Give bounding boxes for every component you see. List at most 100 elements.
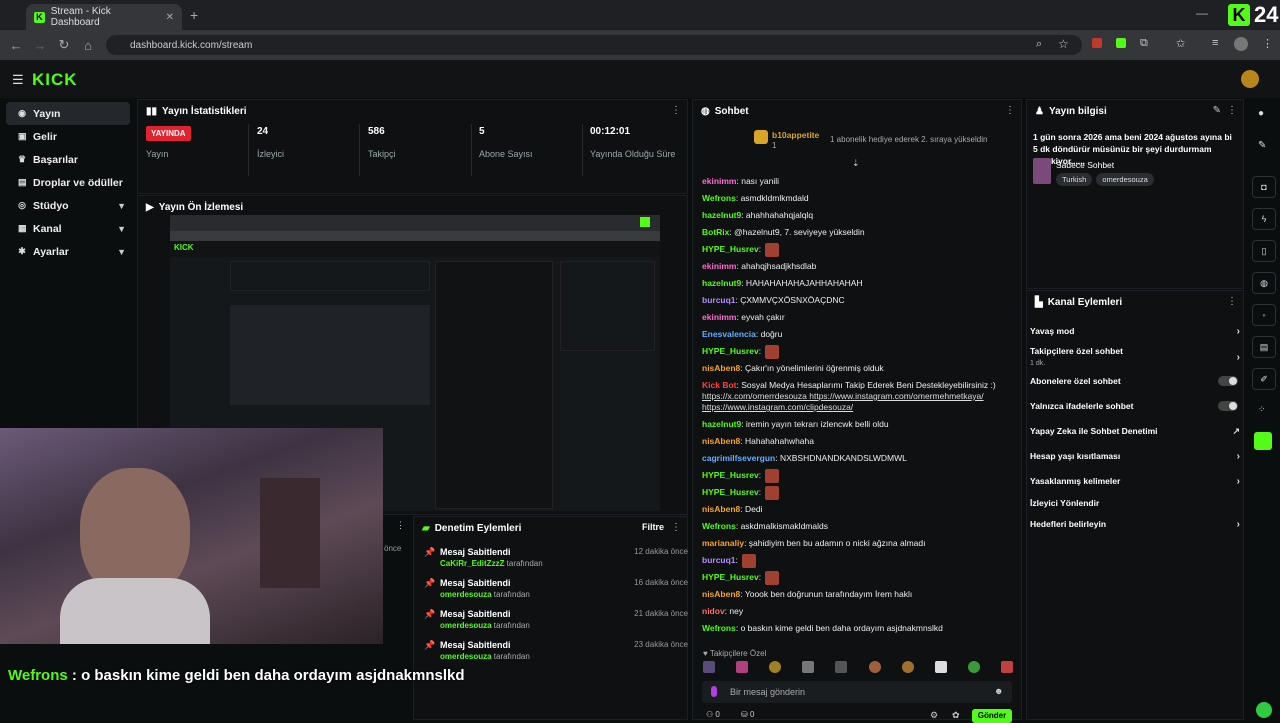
profile-avatar[interactable] — [1234, 37, 1248, 51]
chat-username[interactable]: Wefrons — [702, 623, 736, 633]
filter-button[interactable]: Filtre — [642, 522, 664, 532]
sidebar-item-basarilar[interactable]: ♛ Başarılar — [6, 148, 130, 171]
chat-username[interactable]: Enesvalencia — [702, 329, 756, 339]
chat-username[interactable]: HYPE_Husrev — [702, 470, 759, 480]
emote[interactable] — [802, 661, 815, 673]
kebab-icon[interactable]: ⋮ — [671, 105, 681, 116]
chat-settings-icon[interactable]: ⚙ — [930, 710, 938, 721]
emote[interactable] — [901, 661, 914, 673]
chat-username[interactable]: nidov — [702, 606, 725, 616]
info-circle-icon[interactable]: ● — [1258, 108, 1264, 119]
rail-card-icon[interactable]: ▤ — [1252, 336, 1276, 358]
action-slow-mode[interactable]: Yavaş mod › — [1030, 321, 1240, 341]
chat-username[interactable]: hazelnut9 — [702, 278, 741, 288]
reload-icon[interactable]: ↻ — [52, 37, 76, 53]
points-count[interactable]: ⛁ 0 — [741, 710, 754, 719]
bookmark-star-icon[interactable]: ☆ — [1058, 37, 1069, 51]
forward-icon[interactable]: → — [28, 38, 52, 53]
mod-user[interactable]: omerdesouza — [440, 652, 492, 661]
rail-wrench-icon[interactable]: ✐ — [1252, 368, 1276, 390]
chat-username[interactable]: ekinimm — [702, 312, 737, 322]
sidebar-item-yayin[interactable]: ◉ Yayın — [6, 102, 130, 125]
rail-camera-icon[interactable]: ◘ — [1252, 176, 1276, 198]
kebab-icon[interactable]: ⋮ — [396, 520, 405, 531]
zoom-icon[interactable]: ⌕ — [1036, 38, 1042, 51]
sidebar-item-droplar[interactable]: ▤ Droplar ve ödüller — [6, 171, 130, 194]
rail-active-icon[interactable] — [1254, 432, 1272, 450]
chat-username[interactable]: burcuq1 — [702, 555, 736, 565]
favorites-icon[interactable]: ✩ — [1176, 37, 1185, 50]
action-raid[interactable]: İzleyici Yönlendir — [1030, 493, 1240, 513]
pinned-user[interactable]: b10appetite — [772, 130, 819, 140]
mic-icon[interactable] — [711, 686, 717, 697]
chat-username[interactable]: nisAben8 — [702, 363, 740, 373]
chat-username[interactable]: ekinimm — [702, 176, 737, 186]
action-account-age[interactable]: Hesap yaşı kısıtlaması › — [1030, 446, 1240, 466]
mod-user[interactable]: CaKiRr_EditZzzZ — [440, 559, 504, 568]
kick-logo[interactable]: KICK — [32, 70, 78, 90]
extension-kick-icon[interactable] — [1116, 38, 1126, 48]
help-icon[interactable] — [1256, 702, 1272, 718]
edit-pencil-icon[interactable]: ✎ — [1213, 105, 1221, 116]
sidebar-item-kanal[interactable]: ▦ Kanal ▼ — [6, 217, 130, 240]
action-goals[interactable]: Hedefleri belirleyin › — [1030, 514, 1240, 534]
chat-username[interactable]: burcuq1 — [702, 295, 736, 305]
sidebar-item-gelir[interactable]: ▣ Gelir — [6, 125, 130, 148]
emote[interactable] — [835, 661, 848, 673]
chat-username[interactable]: ekinimm — [702, 261, 737, 271]
send-button[interactable]: Gönder — [972, 709, 1012, 723]
pencil-icon[interactable]: ✎ — [1258, 140, 1266, 151]
kebab-icon[interactable]: ⋮ — [1227, 105, 1237, 116]
chat-username[interactable]: marianaliy — [702, 538, 744, 548]
chat-link[interactable]: https://www.instagram.com/clipdesouza/ — [702, 402, 853, 412]
emote[interactable] — [868, 661, 881, 673]
action-followers-only[interactable]: Takipçilere özel sohbet 1 dk. › — [1030, 346, 1240, 368]
action-banned-words[interactable]: Yasaklanmış kelimeler › — [1030, 471, 1240, 491]
rail-dots-icon[interactable]: ⁘ — [1258, 404, 1266, 415]
kebab-icon[interactable]: ⋮ — [1227, 296, 1237, 307]
emoji-icon[interactable]: ☻ — [994, 686, 1003, 696]
chat-input[interactable]: Bir mesaj gönderin — [702, 681, 1012, 703]
kebab-icon[interactable]: ⋮ — [1005, 105, 1015, 116]
mod-user[interactable]: omerdesouza — [440, 590, 492, 599]
chat-username[interactable]: Wefrons — [702, 193, 736, 203]
browser-tab[interactable]: K Stream - Kick Dashboard ✕ — [26, 4, 182, 30]
action-subs-only[interactable]: Abonelere özel sohbet — [1030, 371, 1240, 391]
pin-expand-icon[interactable]: ⇣ — [852, 158, 860, 169]
chat-username[interactable]: nisAben8 — [702, 589, 740, 599]
toggle-switch[interactable] — [1218, 401, 1238, 411]
sidebar-item-studyo[interactable]: ◎ Stüdyo ▼ — [6, 194, 130, 217]
rail-lightning-icon[interactable]: ϟ — [1252, 208, 1276, 230]
chat-username[interactable]: HYPE_Husrev — [702, 244, 759, 254]
emote[interactable] — [967, 661, 980, 673]
chat-username[interactable]: HYPE_Husrev — [702, 346, 759, 356]
sidebar-item-ayarlar[interactable]: ✱ Ayarlar ▼ — [6, 240, 130, 263]
rail-broadcast-icon[interactable]: ◦ — [1252, 304, 1276, 326]
back-icon[interactable]: ← — [4, 38, 28, 53]
chat-username[interactable]: Wefrons — [702, 521, 736, 531]
emote[interactable] — [1000, 661, 1013, 673]
chat-username[interactable]: nisAben8 — [702, 504, 740, 514]
browser-menu-icon[interactable]: ⋮ — [1262, 37, 1273, 50]
kebab-icon[interactable]: ⋮ — [671, 522, 681, 533]
chat-username[interactable]: cagrimilfsevergun — [702, 453, 775, 463]
chatters-count[interactable]: ⚇ 0 — [706, 710, 720, 719]
minimize-icon[interactable]: — — [1196, 6, 1208, 20]
extension-red-icon[interactable] — [1092, 38, 1102, 48]
emote[interactable] — [769, 661, 782, 673]
chat-username[interactable]: HYPE_Husrev — [702, 487, 759, 497]
url-field[interactable]: dashboard.kick.com/stream — [106, 35, 1082, 55]
chat-username[interactable]: nisAben8 — [702, 436, 740, 446]
chat-username[interactable]: HYPE_Husrev — [702, 572, 759, 582]
extensions-puzzle-icon[interactable]: ⧉ — [1140, 37, 1148, 50]
hamburger-menu-icon[interactable]: ☰ — [12, 72, 24, 88]
user-avatar[interactable] — [1241, 70, 1259, 88]
rail-phone-icon[interactable]: ▯ — [1252, 240, 1276, 262]
chat-username[interactable]: Kick Bot — [702, 380, 736, 390]
chat-username[interactable]: hazelnut9 — [702, 419, 741, 429]
emote[interactable] — [703, 661, 715, 673]
rail-chat-icon[interactable]: ◍ — [1252, 272, 1276, 294]
mod-user[interactable]: omerdesouza — [440, 621, 492, 630]
stream-category[interactable]: Sadece Sohbet — [1056, 160, 1114, 170]
toggle-switch[interactable] — [1218, 376, 1238, 386]
